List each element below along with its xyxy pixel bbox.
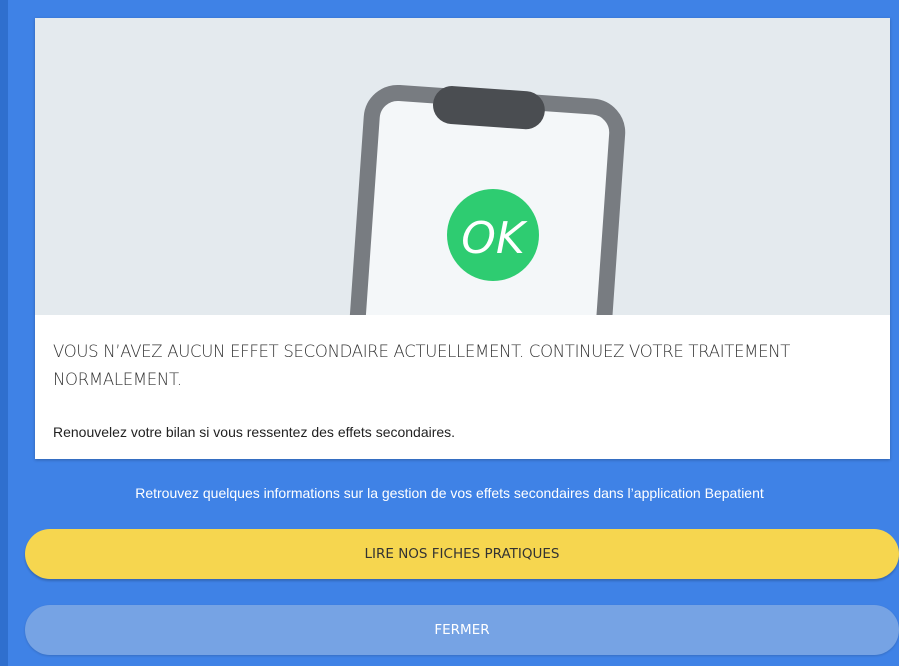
read-practical-sheets-label: LIRE NOS FICHES PRATIQUES xyxy=(364,546,560,562)
result-illustration: OK xyxy=(35,18,890,315)
close-label: FERMER xyxy=(434,622,490,638)
info-message: Retrouvez quelques informations sur la g… xyxy=(135,485,764,501)
read-practical-sheets-button[interactable]: LIRE NOS FICHES PRATIQUES xyxy=(25,529,899,579)
result-subtitle: Renouvelez votre bilan si vous ressentez… xyxy=(53,424,456,440)
ok-badge-icon: OK xyxy=(447,189,539,281)
result-screen: OK VOUS N’AVEZ AUCUN EFFET SECONDAIRE AC… xyxy=(0,0,899,666)
window-edge xyxy=(0,0,8,666)
ok-badge-text: OK xyxy=(461,213,528,264)
result-card: OK VOUS N’AVEZ AUCUN EFFET SECONDAIRE AC… xyxy=(35,18,890,459)
result-title: VOUS N’AVEZ AUCUN EFFET SECONDAIRE ACTUE… xyxy=(53,342,791,389)
close-button[interactable]: FERMER xyxy=(25,605,899,655)
clipboard-icon: OK xyxy=(344,84,626,315)
